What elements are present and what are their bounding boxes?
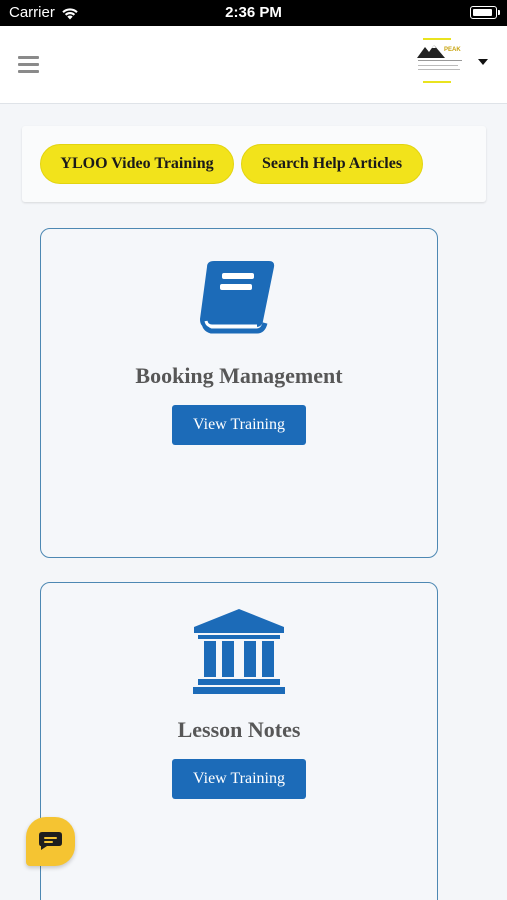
status-bar: Carrier 2:36 PM: [0, 0, 507, 26]
view-training-button[interactable]: View Training: [172, 405, 306, 445]
logo-accent-bar: [423, 81, 451, 83]
card-title: Booking Management: [135, 363, 343, 388]
book-icon: [200, 261, 275, 334]
card-title: Lesson Notes: [177, 717, 301, 742]
logo-divider: [418, 69, 460, 70]
company-logo[interactable]: PEAK: [414, 38, 466, 84]
caret-down-icon[interactable]: [478, 59, 488, 65]
hamburger-icon[interactable]: [18, 56, 39, 73]
video-training-button[interactable]: YLOO Video Training: [40, 144, 234, 184]
view-training-button[interactable]: View Training: [172, 759, 306, 799]
logo-divider: [418, 65, 458, 66]
battery-icon: [470, 6, 500, 19]
quick-links-panel: YLOO Video Training Search Help Articles: [22, 126, 486, 202]
search-help-button[interactable]: Search Help Articles: [241, 144, 423, 184]
app-header: PEAK: [0, 26, 507, 104]
chat-icon: [39, 832, 62, 850]
logo-divider: [418, 60, 462, 61]
mountain-icon: [417, 45, 445, 58]
bank-icon: [193, 609, 285, 694]
logo-wordmark: PEAK: [444, 47, 461, 53]
status-time: 2:36 PM: [225, 4, 282, 21]
logo-accent-bar: [423, 38, 451, 40]
training-card-booking: Booking Management View Training: [40, 228, 438, 558]
training-card-lesson-notes: Lesson Notes View Training: [40, 582, 438, 900]
chat-button[interactable]: [26, 817, 75, 866]
